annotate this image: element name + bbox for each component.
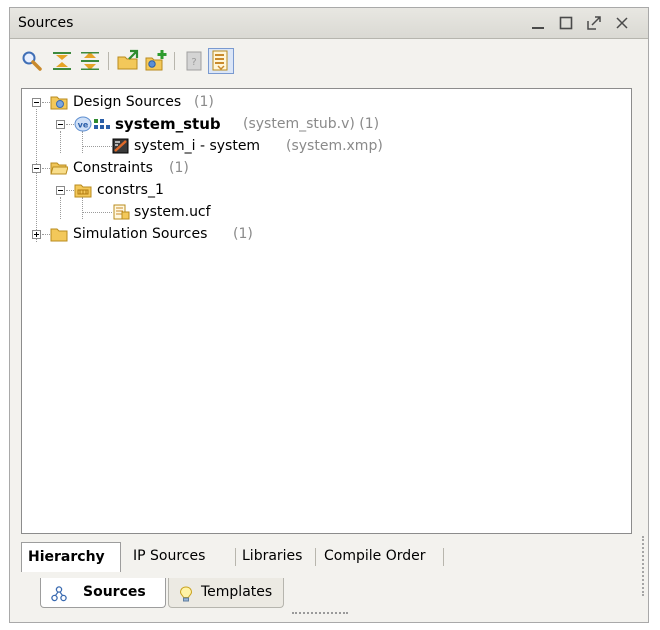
tab-separator [315,548,316,566]
tree-label: system.ucf [134,204,211,220]
panel-titlebar[interactable]: Sources [10,8,648,39]
tree-row-simulation-sources[interactable]: Simulation Sources (1) [22,223,622,245]
collapse-toggle[interactable] [32,98,41,107]
tree-row-system-stub[interactable]: ve system_stub (system_stub.v) (1) [22,113,622,135]
verilog-module-icon: ve [74,116,112,132]
tab-sources[interactable]: Sources [40,578,166,608]
collapse-toggle[interactable] [32,164,41,173]
tree-label: Design Sources [73,94,182,110]
item-count: (1) [169,160,189,176]
expand-all-icon[interactable] [78,49,102,73]
tree-label: system_i - system [134,138,261,154]
add-sources-icon[interactable] [116,49,140,73]
tree-row-design-sources[interactable]: Design Sources (1) [22,91,622,113]
tab-templates[interactable]: Templates [168,578,284,608]
tab-separator [443,548,444,566]
minimize-icon[interactable] [528,13,548,33]
tab-compile-order[interactable]: Compile Order [318,542,438,572]
file-detail: (system_stub.v) (1) [243,116,380,132]
search-icon[interactable] [20,49,44,73]
resize-grip[interactable] [292,612,348,618]
show-hierarchy-icon[interactable] [208,48,234,74]
item-count: (1) [233,226,253,242]
folder-icon [50,226,68,242]
panel-title: Sources [18,15,74,31]
tree-row-system-ucf[interactable]: system.ucf [22,201,622,223]
close-icon[interactable] [612,13,632,33]
file-detail: (system.xmp) [286,138,383,154]
float-icon[interactable] [584,13,604,33]
tree-row-system-i[interactable]: system_i - system (system.xmp) [22,135,622,157]
add-hierarchy-icon[interactable] [144,49,168,73]
constraint-file-icon [112,204,130,220]
collapse-toggle[interactable] [56,186,65,195]
sources-panel: Sources ? Design Sources (1) ve system_s… [9,7,649,623]
tree-label-top-module: system_stub [115,115,221,133]
sources-hierarchy-icon [51,584,67,612]
item-count: (1) [194,94,214,110]
tab-label: Sources [83,584,146,600]
design-sources-folder-icon [50,94,68,110]
collapse-toggle[interactable] [56,120,65,129]
properties-icon[interactable]: ? [182,49,206,73]
tree-label: constrs_1 [97,182,164,198]
tab-hierarchy[interactable]: Hierarchy [21,542,121,572]
tree-label: Simulation Sources [73,226,208,242]
toolbar-separator [174,52,175,70]
svg-text:ve: ve [78,121,89,130]
tab-ip-sources[interactable]: IP Sources [127,542,235,572]
vertical-resize-grip[interactable] [642,536,646,596]
window-tabs: Sources Templates [10,578,648,624]
lightbulb-icon [179,584,193,612]
collapse-all-icon[interactable] [50,49,74,73]
sources-toolbar: ? [10,39,648,85]
constraint-set-folder-icon [74,182,92,198]
tab-label: Templates [201,584,273,600]
embedded-system-icon [112,138,130,154]
tree-row-constrs-1[interactable]: constrs_1 [22,179,622,201]
tab-libraries[interactable]: Libraries [236,542,314,572]
folder-open-icon [50,160,68,176]
sources-tree[interactable]: Design Sources (1) ve system_stub (syste… [21,88,632,534]
svg-text:?: ? [191,57,196,68]
maximize-icon[interactable] [556,13,576,33]
expand-toggle[interactable] [32,230,41,239]
tree-label: Constraints [73,160,153,176]
toolbar-separator [108,52,109,70]
tree-row-constraints[interactable]: Constraints (1) [22,157,622,179]
